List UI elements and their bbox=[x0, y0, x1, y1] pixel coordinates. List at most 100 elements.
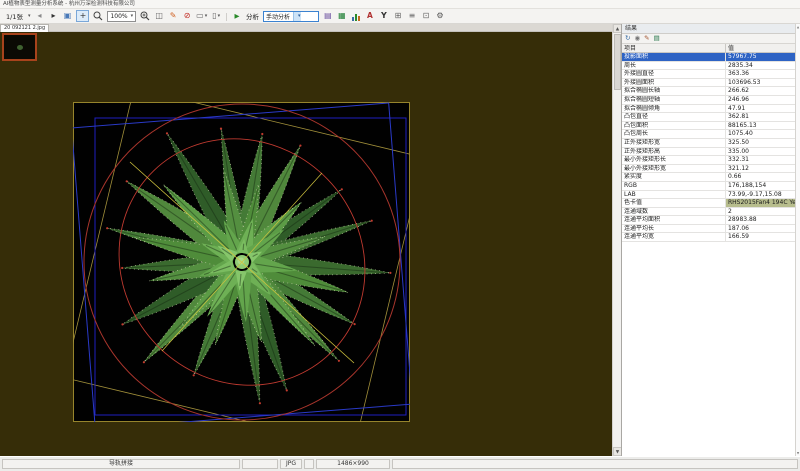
save-image-icon[interactable]: ▤ bbox=[323, 10, 333, 22]
table-row[interactable]: 紧实度0.66 bbox=[622, 173, 795, 182]
tip-marker-overlay bbox=[259, 402, 261, 404]
next-image-button[interactable]: ▸ bbox=[48, 10, 58, 22]
row-value: 1075.40 bbox=[726, 130, 795, 138]
branch-y-icon[interactable]: Y bbox=[379, 10, 389, 22]
settings-gear-icon[interactable]: ⚙ bbox=[435, 10, 445, 22]
table-row[interactable]: RGB176,188,154 bbox=[622, 182, 795, 191]
row-label: 投影面积 bbox=[622, 53, 726, 61]
scrollbar-thumb[interactable] bbox=[614, 34, 621, 90]
image-tab-bar: 20 092121 2.jpg bbox=[0, 24, 612, 32]
row-value: 47.91 bbox=[726, 105, 795, 113]
table-row[interactable]: 正外接矩形宽325.50 bbox=[622, 139, 795, 148]
row-label: 连通平均宽 bbox=[622, 233, 726, 241]
row-value: 325.50 bbox=[726, 139, 795, 147]
fit-window-icon[interactable]: ◫ bbox=[154, 10, 164, 22]
table-row[interactable]: 外接圆面积103696.53 bbox=[622, 79, 795, 88]
results-panel: 结果 ↻ ◉ ✎ ▤ 项目 值 投影面积57967.75周长2835.34外接圆… bbox=[621, 24, 795, 456]
table-row[interactable]: 外接圆直径363.36 bbox=[622, 70, 795, 79]
row-value: 57967.75 bbox=[726, 53, 795, 61]
zoom-out-icon[interactable] bbox=[93, 10, 103, 22]
refresh-results-icon[interactable]: ↻ bbox=[625, 34, 630, 43]
column-header-item: 项目 bbox=[622, 44, 726, 52]
analysis-mode-combo[interactable]: 手动分析 ▾ bbox=[263, 11, 319, 22]
row-label: 外接圆直径 bbox=[622, 70, 726, 78]
image-canvas[interactable] bbox=[0, 32, 612, 456]
analyzed-image[interactable] bbox=[73, 102, 410, 422]
toolbar-separator: | bbox=[225, 12, 228, 21]
row-label: 凸包直径 bbox=[622, 113, 726, 121]
row-label: 凸包周长 bbox=[622, 130, 726, 138]
row-label: 紧实度 bbox=[622, 173, 726, 181]
row-value: 321.12 bbox=[726, 165, 795, 173]
panel-scroll-down-icon[interactable]: ▼ bbox=[796, 451, 800, 455]
table-row[interactable]: 投影面积57967.75 bbox=[622, 53, 795, 62]
chart-icon[interactable] bbox=[351, 10, 361, 22]
table-row[interactable]: 连通平均长187.06 bbox=[622, 225, 795, 234]
status-mode: 导轨拼接 bbox=[2, 459, 240, 469]
tip-marker-overlay bbox=[143, 361, 145, 363]
table-row[interactable]: 连通平均宽166.59 bbox=[622, 233, 795, 242]
status-bar: 导轨拼接 JPG 1486×990 bbox=[0, 456, 800, 471]
canvas-vertical-scrollbar[interactable]: ▲ ▼ bbox=[612, 24, 621, 456]
status-spacer-2 bbox=[304, 459, 314, 469]
table-row[interactable]: 最小外接矩形长332.31 bbox=[622, 156, 795, 165]
export-results-excel-icon[interactable]: ▤ bbox=[654, 34, 660, 43]
row-label: 凸包面积 bbox=[622, 122, 726, 130]
table-row[interactable]: 拟合椭圆短轴246.96 bbox=[622, 96, 795, 105]
table-row[interactable]: 拟合椭圆长轴266.62 bbox=[622, 87, 795, 96]
table-row[interactable]: 色卡值RHS2015Fan4 194C Yellow bbox=[622, 199, 795, 208]
rect-tool-icon: ▭ bbox=[196, 10, 204, 22]
export-icon[interactable]: ⊡ bbox=[421, 10, 431, 22]
panel-scroll-up-icon[interactable]: ▲ bbox=[796, 25, 800, 29]
status-image-dimensions: 1486×990 bbox=[316, 459, 390, 469]
grid-view-icon[interactable]: ⊞ bbox=[393, 10, 403, 22]
row-label: 色卡值 bbox=[622, 199, 726, 207]
zoom-caret-icon: ▾ bbox=[131, 13, 134, 19]
panel-scrollbar[interactable]: ▲ ▼ bbox=[795, 24, 800, 456]
excel-export-icon[interactable]: ▦ bbox=[337, 10, 347, 22]
row-value: 266.62 bbox=[726, 87, 795, 95]
status-spacer-1 bbox=[242, 459, 278, 469]
row-value: 88165.13 bbox=[726, 122, 795, 130]
row-value: 335.00 bbox=[726, 148, 795, 156]
row-value: 28983.88 bbox=[726, 216, 795, 224]
row-value: 246.96 bbox=[726, 96, 795, 104]
analyze-button-label[interactable]: 分析 bbox=[246, 11, 259, 21]
row-label: 连通平均面积 bbox=[622, 216, 726, 224]
image-thumbnail[interactable] bbox=[2, 33, 37, 61]
list-view-icon[interactable]: ≡ bbox=[407, 10, 417, 22]
table-row[interactable]: 凸包面积88165.13 bbox=[622, 122, 795, 131]
table-row[interactable]: 连通平均面积28983.88 bbox=[622, 216, 795, 225]
delete-region-icon[interactable]: ⊘ bbox=[182, 10, 192, 22]
table-row[interactable]: 连通域数2 bbox=[622, 208, 795, 217]
pan-tool-button[interactable]: + bbox=[76, 10, 89, 22]
table-row[interactable]: 正外接矩形高335.00 bbox=[622, 148, 795, 157]
row-label: 连通平均长 bbox=[622, 225, 726, 233]
page-dropdown-caret[interactable]: ▾ bbox=[28, 13, 31, 19]
prev-image-button[interactable]: ◂ bbox=[34, 10, 44, 22]
table-row[interactable]: 凸包周长1075.40 bbox=[622, 130, 795, 139]
annotate-icon[interactable]: ✎ bbox=[168, 10, 178, 22]
row-label: 最小外接矩形宽 bbox=[622, 165, 726, 173]
photos-icon[interactable]: ▣ bbox=[62, 10, 72, 22]
table-row[interactable]: LAB73.99,-9.17,15.08 bbox=[622, 191, 795, 200]
analyze-play-icon[interactable]: ▶ bbox=[232, 10, 242, 22]
table-row[interactable]: 拟合椭圆倾角47.91 bbox=[622, 105, 795, 114]
column-header-value: 值 bbox=[726, 44, 795, 52]
table-row[interactable]: 凸包直径362.81 bbox=[622, 113, 795, 122]
zoom-level-combo[interactable]: 100% ▾ bbox=[107, 11, 136, 22]
tip-marker-overlay bbox=[193, 374, 195, 376]
table-row[interactable]: 周长2835.34 bbox=[622, 62, 795, 71]
record-icon[interactable]: ◉ bbox=[634, 34, 640, 43]
image-filename-tab[interactable]: 20 092121 2.jpg bbox=[0, 24, 49, 32]
row-label: LAB bbox=[622, 191, 726, 199]
table-row[interactable]: 最小外接矩形宽321.12 bbox=[622, 165, 795, 174]
label-a-icon[interactable]: A bbox=[365, 10, 375, 22]
shape-select-tool[interactable]: ▯▾ bbox=[211, 10, 221, 22]
edit-results-icon[interactable]: ✎ bbox=[644, 34, 649, 43]
shape-tool-icon: ▯ bbox=[212, 10, 216, 22]
row-label: 正外接矩形宽 bbox=[622, 139, 726, 147]
tip-marker-overlay bbox=[121, 267, 123, 269]
zoom-in-icon[interactable] bbox=[140, 10, 150, 22]
rect-select-tool[interactable]: ▭▾ bbox=[196, 10, 207, 22]
